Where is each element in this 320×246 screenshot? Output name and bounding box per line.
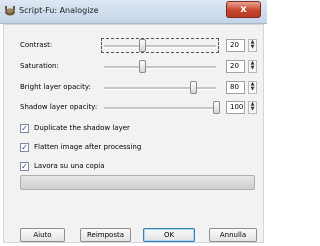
bright-opacity-label: Bright layer opacity: [20,83,91,91]
help-button[interactable]: Aiuto [20,228,65,242]
contrast-row: Contrast: 20 ▲ ▼ [4,38,265,54]
contrast-slider-track[interactable] [104,45,216,48]
contrast-slider-thumb[interactable] [139,39,146,52]
checkmark-icon: ✓ [21,162,28,171]
ok-button[interactable]: OK [143,228,195,242]
bright-opacity-slider-track[interactable] [104,87,216,90]
saturation-label: Saturation: [20,62,59,70]
contrast-spinbox[interactable]: 20 [226,39,245,52]
flatten-image-checkbox[interactable]: ✓ [20,143,29,152]
bright-opacity-slider-thumb[interactable] [190,81,197,94]
work-on-copy-label: Lavora su una copia [34,162,105,170]
checkmark-icon: ✓ [21,143,28,152]
saturation-spin-buttons[interactable]: ▲ ▼ [248,60,257,73]
contrast-spin-buttons[interactable]: ▲ ▼ [248,39,257,52]
saturation-spinbox[interactable]: 20 [226,60,245,73]
spin-down-icon[interactable]: ▼ [249,45,256,50]
title-bar: Script-Fu: Analogize x [0,0,267,24]
duplicate-shadow-label: Duplicate the shadow layer [34,124,130,132]
spin-down-icon[interactable]: ▼ [249,107,256,112]
dialog-content: Contrast: 20 ▲ ▼ Saturation: 20 ▲ ▼ Bright… [3,24,264,243]
shadow-opacity-slider-thumb[interactable] [213,101,220,114]
window-title: Script-Fu: Analogize [19,6,99,15]
shadow-opacity-slider-track[interactable] [104,107,216,110]
reset-button[interactable]: Reimposta [80,228,131,242]
shadow-opacity-spinbox[interactable]: 100 [226,101,245,114]
work-on-copy-checkbox[interactable]: ✓ [20,162,29,171]
shadow-opacity-label: Shadow layer opacity: [20,103,98,111]
bright-opacity-spinbox[interactable]: 80 [226,81,245,94]
close-icon: x [240,4,247,15]
cancel-button[interactable]: Annulla [209,228,257,242]
close-button[interactable]: x [226,1,261,18]
shadow-opacity-row: Shadow layer opacity: 100 ▲ ▼ [4,100,265,116]
saturation-row: Saturation: 20 ▲ ▼ [4,59,265,75]
flatten-image-label: Flatten image after processing [34,143,142,151]
checkmark-icon: ✓ [21,124,28,133]
spin-down-icon[interactable]: ▼ [249,87,256,92]
spin-down-icon[interactable]: ▼ [249,66,256,71]
wilber-icon [5,6,15,16]
saturation-slider-track[interactable] [104,66,216,69]
contrast-label: Contrast: [20,41,53,49]
shadow-opacity-spin-buttons[interactable]: ▲ ▼ [248,101,257,114]
saturation-slider-thumb[interactable] [139,60,146,73]
bright-opacity-row: Bright layer opacity: 80 ▲ ▼ [4,80,265,96]
bright-opacity-spin-buttons[interactable]: ▲ ▼ [248,81,257,94]
progress-bar [20,175,255,190]
duplicate-shadow-checkbox[interactable]: ✓ [20,124,29,133]
